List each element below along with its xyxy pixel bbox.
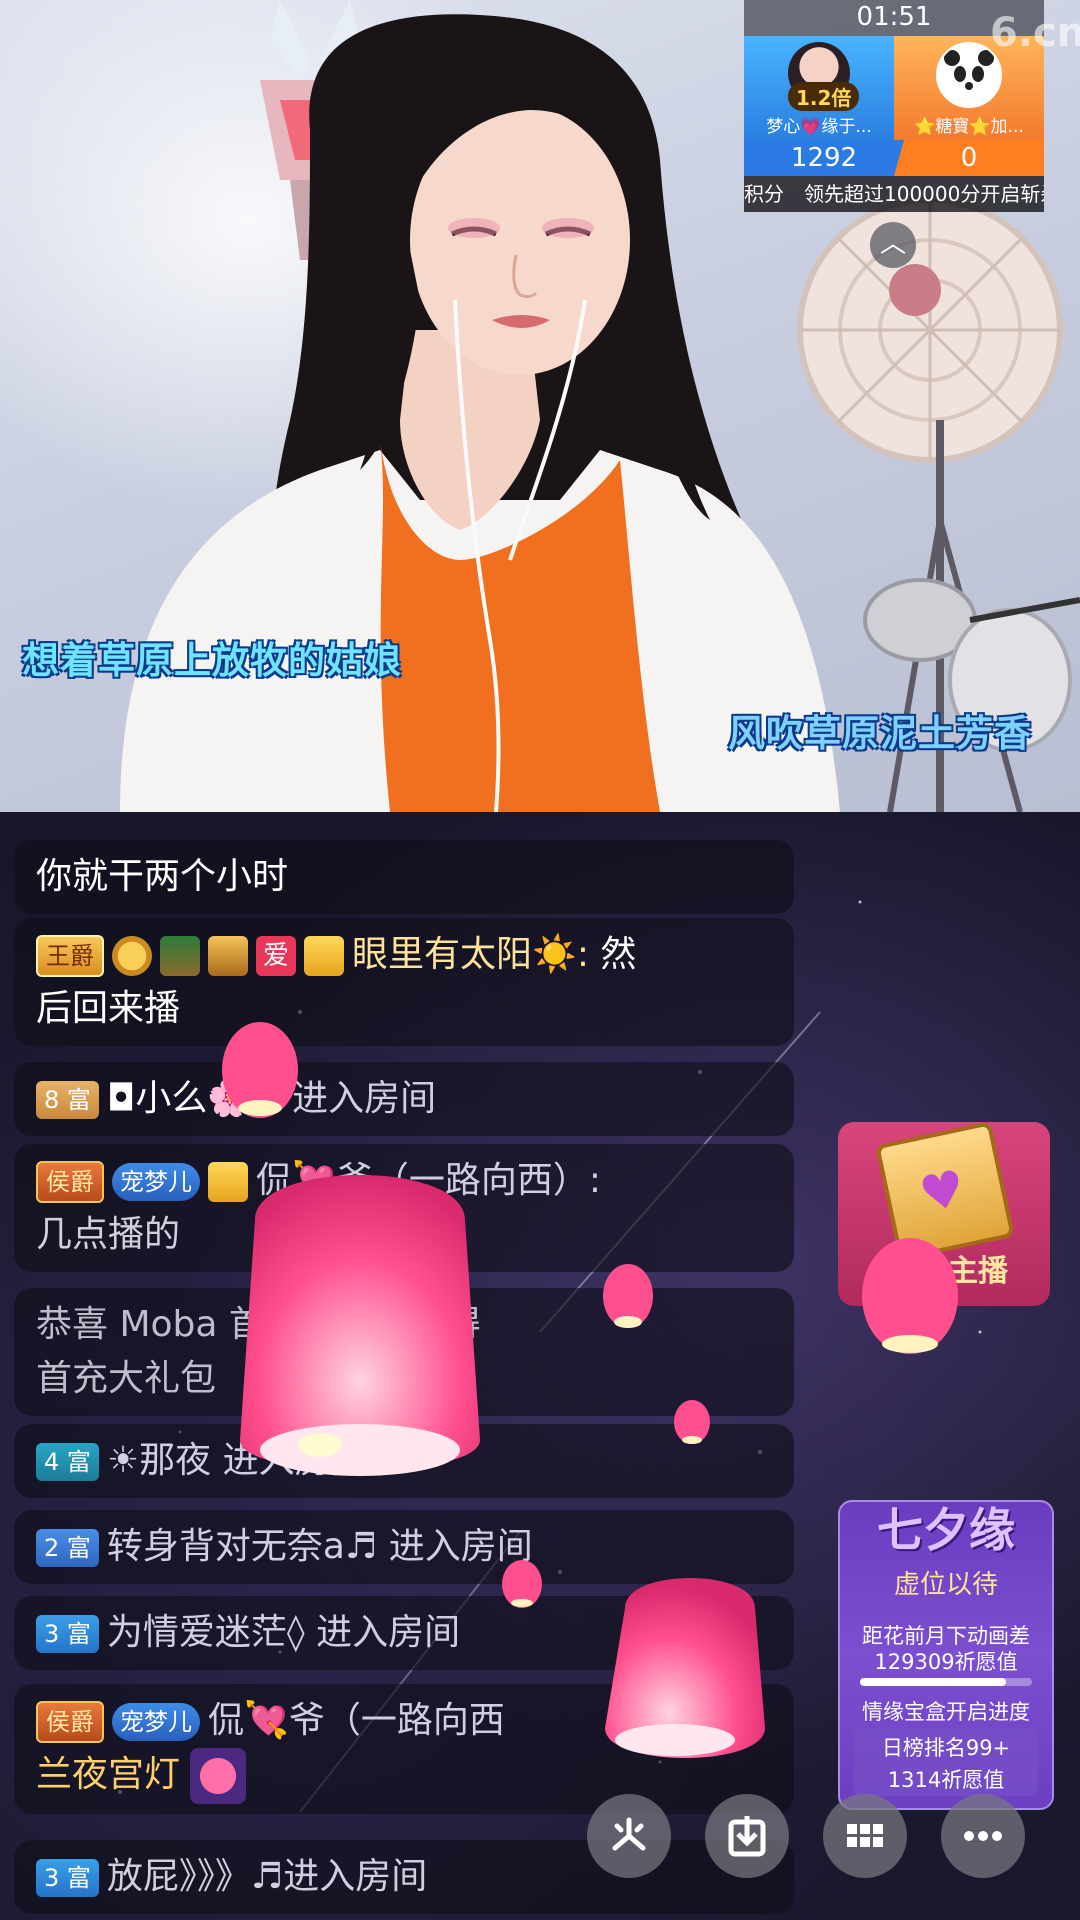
sky-lantern-effect [605, 1578, 765, 1758]
sky-lantern-effect [862, 1238, 958, 1354]
chat-username[interactable]: 眼里有太阳☀️: [352, 934, 589, 975]
download-button[interactable] [705, 1794, 789, 1878]
sky-lantern-effect [240, 1175, 480, 1476]
pk-left-host[interactable]: 1.2倍 梦心💗缘于... [744, 36, 894, 140]
site-logo-watermark: 6.cn [990, 10, 1080, 56]
noble-badge-wangjue[interactable]: 王爵 [36, 935, 104, 977]
lyric-subtitle-right: 风吹草原泥土芳香 [728, 712, 1032, 755]
pk-right-name: ⭐糖寶⭐加... [914, 117, 1024, 137]
chat-text: 你就干两个小时 [36, 856, 289, 897]
fan-club-badge[interactable]: 宠梦儿 [112, 1163, 200, 1201]
share-button[interactable] [587, 1794, 671, 1878]
star-medal-icon [112, 936, 152, 976]
pk-left-score: 1292 [744, 140, 904, 176]
qixi-rank: 日榜排名99+ [881, 1736, 1011, 1760]
sky-lantern-effect [222, 1022, 298, 1118]
chat-action: 进入房间 [304, 1612, 461, 1653]
sky-lantern-effect [603, 1264, 653, 1328]
qixi-subtitle: 虚位以待 [893, 1570, 998, 1600]
fan-club-badge[interactable]: 宠梦儿 [112, 1703, 200, 1741]
user-level-icon [304, 936, 344, 976]
chat-text: 然 [588, 934, 637, 975]
collapse-chevron-up-icon[interactable]: ︿ [870, 222, 916, 268]
grid-icon [847, 1824, 883, 1847]
pk-left-name: 梦心💗缘于... [766, 117, 872, 137]
sky-lantern-effect [674, 1400, 710, 1444]
chat-action: 进入房间 [283, 1856, 428, 1897]
qixi-wish-value: 1314祈愿值 [887, 1768, 1005, 1792]
lantern-gift-icon [190, 1748, 247, 1804]
chat-message: 你就干两个小时 [14, 840, 794, 914]
qixi-event-widget[interactable]: 七夕缘 虚位以待 距花前月下动画差 129309祈愿值 情缘宝盒开启进度 日榜排… [838, 1500, 1054, 1810]
chat-text: 几点播的 [36, 1214, 181, 1255]
noble-badge-houjue[interactable]: 侯爵 [36, 1701, 104, 1743]
wealth-level-badge: 2 富 [36, 1529, 99, 1567]
character-medal-icon [160, 936, 200, 976]
wealth-level-badge: 8 富 [36, 1081, 99, 1119]
chat-username[interactable]: 放屁》》》♬ [107, 1856, 283, 1897]
gift-name: 兰夜宫灯 [36, 1754, 181, 1795]
noble-badge-houjue[interactable]: 侯爵 [36, 1161, 104, 1203]
chat-message: 王爵 爱 眼里有太阳☀️: 然 后回来播 [14, 918, 794, 1046]
chat-username[interactable]: 侃💘爷（一路向西 [208, 1700, 505, 1741]
wealth-level-badge: 4 富 [36, 1443, 99, 1481]
apps-grid-button[interactable] [823, 1794, 907, 1878]
chat-username[interactable]: 为情爱迷茫◊ [107, 1612, 305, 1653]
download-icon [728, 1816, 766, 1857]
wealth-level-badge: 3 富 [36, 1615, 99, 1653]
more-icon [964, 1831, 1002, 1841]
qixi-title: 七夕缘 [877, 1503, 1015, 1557]
sky-lantern-effect [502, 1560, 542, 1608]
chat-username[interactable]: 转身背对无奈a♬ [107, 1526, 377, 1567]
pk-ticker-text: 积分 领先超过100000分开启斩杀 [744, 176, 1044, 212]
chat-text: 后回来播 [36, 988, 181, 1029]
chat-username[interactable]: ☀那夜 [107, 1440, 211, 1481]
qixi-progress-bar [860, 1678, 1032, 1686]
system-text: 首充大礼包 [36, 1358, 217, 1399]
chat-message: 3 富放屁》》》♬进入房间 [14, 1840, 794, 1914]
wealth-level-badge: 3 富 [36, 1859, 99, 1897]
love-badge-icon: 爱 [256, 936, 296, 976]
lyric-subtitle-left: 想着草原上放牧的姑娘 [22, 639, 402, 682]
gold-bar-icon [208, 936, 248, 976]
chat-message: 8 富 ◘小么🌸◘ 进入房间 [14, 1062, 794, 1136]
qixi-text: 129309祈愿值 [874, 1650, 1018, 1674]
pk-right-score: 0 [894, 140, 1044, 176]
share-icon [612, 1817, 646, 1851]
qixi-text: 情缘宝盒开启进度 [862, 1700, 1030, 1724]
pk-multiplier-badge: 1.2倍 [788, 82, 860, 111]
more-button[interactable] [941, 1794, 1025, 1878]
